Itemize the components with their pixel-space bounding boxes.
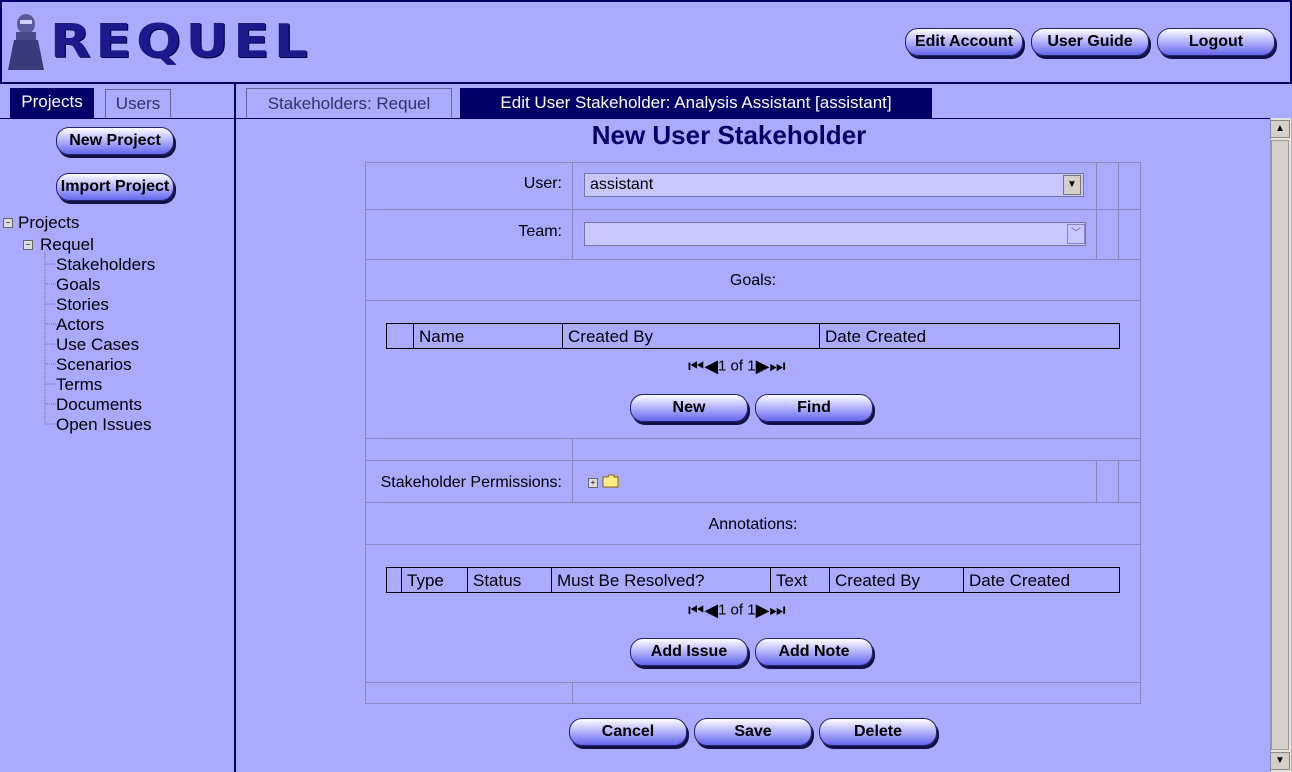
- new-goal-button[interactable]: New: [630, 394, 748, 422]
- user-label: User:: [523, 175, 562, 192]
- tree-item-open-issues[interactable]: Open Issues: [56, 415, 151, 435]
- annotations-pager: ⏮◀1 of 1▶⏭: [688, 600, 786, 620]
- stakeholder-permissions-label: Stakeholder Permissions:: [380, 474, 562, 491]
- first-page-icon[interactable]: ⏮: [688, 356, 704, 377]
- left-panel-divider: [234, 82, 236, 772]
- folder-icon: [602, 474, 619, 488]
- annotations-grid-header: Type Status Must Be Resolved? Text Creat…: [386, 567, 1120, 593]
- robot-logo-icon: [8, 14, 44, 70]
- goals-page-indicator: 1 of 1: [718, 357, 756, 375]
- import-project-button[interactable]: Import Project: [56, 173, 174, 201]
- row-divider: [366, 544, 1140, 545]
- logout-button[interactable]: Logout: [1157, 28, 1275, 56]
- col-divider: [572, 438, 573, 502]
- annotations-col-date-created[interactable]: Date Created: [963, 568, 1119, 592]
- first-page-icon[interactable]: ⏮: [688, 600, 704, 621]
- save-button[interactable]: Save: [694, 718, 812, 746]
- tree-item-goals[interactable]: Goals: [56, 275, 100, 295]
- edit-account-button[interactable]: Edit Account: [905, 28, 1023, 56]
- cancel-button[interactable]: Cancel: [569, 718, 687, 746]
- scroll-up-icon[interactable]: ▲: [1270, 120, 1290, 138]
- add-issue-button[interactable]: Add Issue: [630, 638, 748, 666]
- collapse-icon[interactable]: −: [3, 218, 13, 228]
- row-divider: [366, 259, 1140, 260]
- col-divider: [572, 163, 573, 259]
- last-page-icon[interactable]: ⏭: [769, 600, 785, 621]
- goals-grid-header: Name Created By Date Created: [386, 323, 1120, 349]
- chevron-down-icon[interactable]: ▼: [1063, 175, 1081, 195]
- team-label: Team:: [518, 223, 562, 240]
- tree-item-terms[interactable]: Terms: [56, 375, 102, 395]
- tree-item-use-cases[interactable]: Use Cases: [56, 335, 139, 355]
- delete-button[interactable]: Delete: [819, 718, 937, 746]
- scrollbar-thumb[interactable]: [1271, 140, 1289, 750]
- chevron-down-icon[interactable]: ﹀: [1067, 224, 1085, 244]
- annotations-col-type[interactable]: Type: [401, 568, 467, 592]
- prev-page-icon[interactable]: ◀: [704, 356, 718, 377]
- scroll-down-icon[interactable]: ▼: [1270, 752, 1290, 770]
- col-divider: [1096, 460, 1097, 502]
- row-divider: [366, 300, 1140, 301]
- row-divider: [366, 502, 1140, 503]
- annotations-col-must-be-resolved[interactable]: Must Be Resolved?: [551, 568, 770, 592]
- col-divider: [572, 682, 573, 704]
- tree-item-scenarios[interactable]: Scenarios: [56, 355, 132, 375]
- expand-icon[interactable]: +: [588, 478, 598, 488]
- goals-pager: ⏮◀1 of 1▶⏭: [688, 356, 786, 376]
- col-divider: [1096, 163, 1097, 259]
- new-project-button[interactable]: New Project: [56, 127, 174, 155]
- nav-tab-divider: [0, 118, 234, 119]
- next-page-icon[interactable]: ▶: [756, 356, 770, 377]
- row-divider: [366, 682, 1140, 683]
- add-note-button[interactable]: Add Note: [755, 638, 873, 666]
- tree-item-stakeholders[interactable]: Stakeholders: [56, 255, 155, 275]
- team-select[interactable]: [584, 222, 1086, 246]
- goals-col-name[interactable]: Name: [413, 324, 563, 348]
- row-divider: [366, 438, 1140, 439]
- annotations-page-indicator: 1 of 1: [718, 601, 756, 619]
- last-page-icon[interactable]: ⏭: [769, 356, 785, 377]
- goals-col-created-by[interactable]: Created By: [562, 324, 819, 348]
- goals-col-date-created[interactable]: Date Created: [819, 324, 1119, 348]
- col-divider: [1118, 163, 1119, 259]
- user-guide-button[interactable]: User Guide: [1031, 28, 1149, 56]
- main-tab-divider: [236, 118, 1270, 119]
- tab-edit-user-stakeholder[interactable]: Edit User Stakeholder: Analysis Assistan…: [460, 88, 932, 119]
- tab-users[interactable]: Users: [105, 89, 171, 118]
- tree-root-projects[interactable]: Projects: [18, 213, 79, 233]
- find-goal-button[interactable]: Find: [755, 394, 873, 422]
- app-logo-text: REQUEL: [50, 14, 313, 68]
- collapse-icon[interactable]: −: [23, 240, 33, 250]
- next-page-icon[interactable]: ▶: [756, 600, 770, 621]
- tree-item-documents[interactable]: Documents: [56, 395, 142, 415]
- page-title: New User Stakeholder: [591, 120, 867, 150]
- tab-stakeholders[interactable]: Stakeholders: Requel: [246, 88, 452, 119]
- row-divider: [366, 209, 1140, 210]
- row-divider: [366, 460, 1140, 461]
- annotations-col-created-by[interactable]: Created By: [829, 568, 963, 592]
- col-divider: [1118, 460, 1119, 502]
- user-select[interactable]: assistant: [584, 173, 1084, 197]
- goals-label: Goals:: [729, 272, 777, 289]
- annotations-label: Annotations:: [708, 516, 798, 533]
- annotations-col-text[interactable]: Text: [770, 568, 829, 592]
- tree-item-stories[interactable]: Stories: [56, 295, 109, 315]
- prev-page-icon[interactable]: ◀: [704, 600, 718, 621]
- tab-projects[interactable]: Projects: [10, 88, 94, 118]
- annotations-col-status[interactable]: Status: [467, 568, 551, 592]
- tree-item-actors[interactable]: Actors: [56, 315, 104, 335]
